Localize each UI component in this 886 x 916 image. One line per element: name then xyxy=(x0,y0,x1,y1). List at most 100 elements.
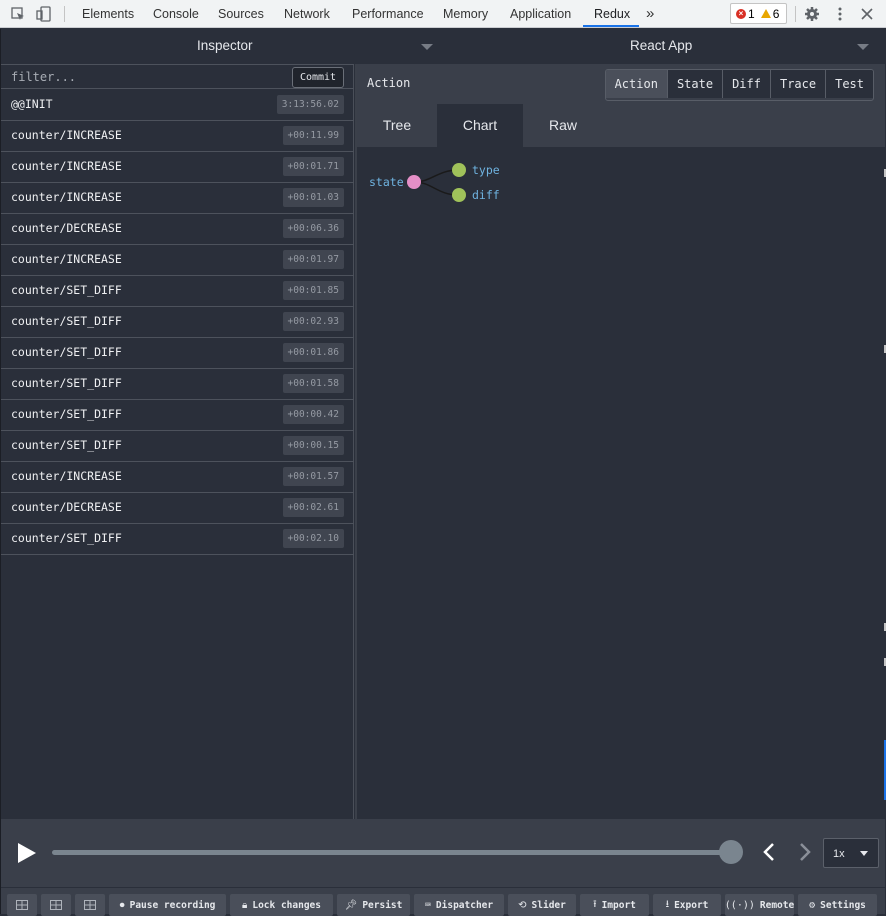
issues-badge[interactable]: × 1 6 xyxy=(730,3,787,24)
tab-elements[interactable]: Elements xyxy=(82,0,134,28)
step-forward-icon[interactable] xyxy=(796,842,814,862)
slider-label: Slider xyxy=(531,899,566,911)
layout-left-button[interactable] xyxy=(7,894,37,916)
tree-label-diff: diff xyxy=(472,188,500,202)
action-row[interactable]: counter/INCREASE +00:01.71 xyxy=(1,151,354,183)
tab-performance[interactable]: Performance xyxy=(352,0,424,28)
import-button[interactable]: ⭱ Import xyxy=(580,894,649,916)
dispatcher-button[interactable]: ⌨ Dispatcher xyxy=(414,894,504,916)
action-name: counter/SET_DIFF xyxy=(11,314,122,328)
filter-input[interactable] xyxy=(11,68,281,86)
slider-handle[interactable] xyxy=(719,840,743,864)
tree-label-type: type xyxy=(472,163,500,177)
mode-test-button[interactable]: Test xyxy=(825,70,873,98)
slider-track[interactable] xyxy=(52,850,732,855)
monitor-select[interactable]: Inspector xyxy=(197,38,253,53)
action-timestamp[interactable]: +00:01.97 xyxy=(282,250,344,269)
action-name: counter/SET_DIFF xyxy=(11,407,122,421)
lock-changes-label: Lock changes xyxy=(252,899,321,911)
tab-application[interactable]: Application xyxy=(510,0,571,28)
action-timestamp[interactable]: +00:01.03 xyxy=(282,188,344,207)
layout-right-button[interactable] xyxy=(41,894,71,916)
tab-network[interactable]: Network xyxy=(284,0,330,28)
action-name: counter/INCREASE xyxy=(11,190,122,204)
action-name: counter/SET_DIFF xyxy=(11,376,122,390)
action-row[interactable]: counter/SET_DIFF +00:02.93 xyxy=(1,306,354,338)
instance-select[interactable]: React App xyxy=(630,38,692,53)
tab-redux[interactable]: Redux xyxy=(594,0,630,28)
action-timestamp[interactable]: +00:00.15 xyxy=(282,436,344,455)
mode-trace-button[interactable]: Trace xyxy=(769,70,826,98)
play-icon[interactable] xyxy=(16,842,38,864)
action-row[interactable]: counter/DECREASE +00:06.36 xyxy=(1,213,354,245)
action-row[interactable]: counter/SET_DIFF +00:01.86 xyxy=(1,337,354,369)
action-timestamp[interactable]: +00:00.42 xyxy=(282,405,344,424)
tab-raw[interactable]: Raw xyxy=(523,104,603,147)
tab-sources[interactable]: Sources xyxy=(218,0,264,28)
action-timestamp[interactable]: +00:01.71 xyxy=(282,157,344,176)
warning-count: 6 xyxy=(772,6,780,21)
chevron-down-icon[interactable] xyxy=(421,44,433,50)
tab-tree[interactable]: Tree xyxy=(357,104,437,147)
mode-action-button[interactable]: Action xyxy=(605,70,667,98)
tree-node-state[interactable] xyxy=(407,175,421,189)
pause-recording-button[interactable]: ⏺ Pause recording xyxy=(109,894,226,916)
import-label: Import xyxy=(601,899,636,911)
chevron-down-icon[interactable] xyxy=(857,44,869,50)
inspect-element-icon[interactable] xyxy=(9,5,27,23)
action-timestamp[interactable]: +00:01.58 xyxy=(282,374,344,393)
action-timestamp[interactable]: +00:02.10 xyxy=(282,529,344,548)
commit-button[interactable]: Commit xyxy=(292,67,344,88)
action-name: counter/SET_DIFF xyxy=(11,531,122,545)
action-timestamp[interactable]: 3:13:56.02 xyxy=(276,95,344,114)
playback-speed-select[interactable]: 1x xyxy=(823,838,879,868)
action-timestamp[interactable]: +00:01.86 xyxy=(282,343,344,362)
tab-chart[interactable]: Chart xyxy=(437,104,523,147)
action-row[interactable]: counter/DECREASE +00:02.61 xyxy=(1,492,354,524)
action-timestamp[interactable]: +00:02.93 xyxy=(282,312,344,331)
action-row[interactable]: counter/INCREASE +00:01.57 xyxy=(1,461,354,493)
action-timestamp[interactable]: +00:01.85 xyxy=(282,281,344,300)
more-tabs-button[interactable]: » xyxy=(646,0,654,28)
action-name: counter/INCREASE xyxy=(11,159,122,173)
action-row[interactable]: counter/SET_DIFF +00:01.85 xyxy=(1,275,354,307)
export-button[interactable]: ⭳ Export xyxy=(653,894,721,916)
action-name: counter/SET_DIFF xyxy=(11,438,122,452)
lock-changes-button[interactable]: 🔒︎ Lock changes xyxy=(230,894,333,916)
gear-icon: ⚙ xyxy=(809,899,816,911)
error-icon: × xyxy=(736,8,746,19)
action-timestamp[interactable]: +00:11.99 xyxy=(282,126,344,145)
layout-bottom-button[interactable] xyxy=(75,894,105,916)
tab-memory[interactable]: Memory xyxy=(443,0,488,28)
action-timestamp[interactable]: +00:06.36 xyxy=(282,219,344,238)
gear-icon[interactable] xyxy=(803,5,821,23)
action-row[interactable]: counter/INCREASE +00:01.03 xyxy=(1,182,354,214)
remote-button[interactable]: ((·)) Remote xyxy=(725,894,794,916)
action-row[interactable]: @@INIT 3:13:56.02 xyxy=(1,89,354,121)
toolbar-divider xyxy=(64,6,65,22)
action-row[interactable]: counter/INCREASE +00:01.97 xyxy=(1,244,354,276)
action-timestamp[interactable]: +00:02.61 xyxy=(282,498,344,517)
close-icon[interactable] xyxy=(858,5,876,23)
tree-node-type[interactable] xyxy=(452,163,466,177)
tree-link-diff xyxy=(413,181,460,196)
action-timestamp[interactable]: +00:01.57 xyxy=(282,467,344,486)
action-row[interactable]: counter/INCREASE +00:11.99 xyxy=(1,120,354,152)
tree-node-diff[interactable] xyxy=(452,188,466,202)
action-row[interactable]: counter/SET_DIFF +00:00.15 xyxy=(1,430,354,462)
settings-button[interactable]: ⚙ Settings xyxy=(798,894,877,916)
persist-button[interactable]: 📌︎ Persist xyxy=(337,894,410,916)
mode-diff-button[interactable]: Diff xyxy=(722,70,770,98)
inspector-title: Action xyxy=(367,76,411,90)
kebab-menu-icon[interactable] xyxy=(831,5,849,23)
action-row[interactable]: counter/SET_DIFF +00:01.58 xyxy=(1,368,354,400)
action-row[interactable]: counter/SET_DIFF +00:02.10 xyxy=(1,523,354,555)
tab-console[interactable]: Console xyxy=(153,0,199,28)
download-icon: ⭳ xyxy=(665,898,670,910)
step-back-icon[interactable] xyxy=(760,842,778,862)
slider-button[interactable]: ⟲ Slider xyxy=(508,894,576,916)
layout-icon xyxy=(16,900,28,910)
action-row[interactable]: counter/SET_DIFF +00:00.42 xyxy=(1,399,354,431)
device-toolbar-icon[interactable] xyxy=(35,5,53,23)
mode-state-button[interactable]: State xyxy=(666,70,723,98)
